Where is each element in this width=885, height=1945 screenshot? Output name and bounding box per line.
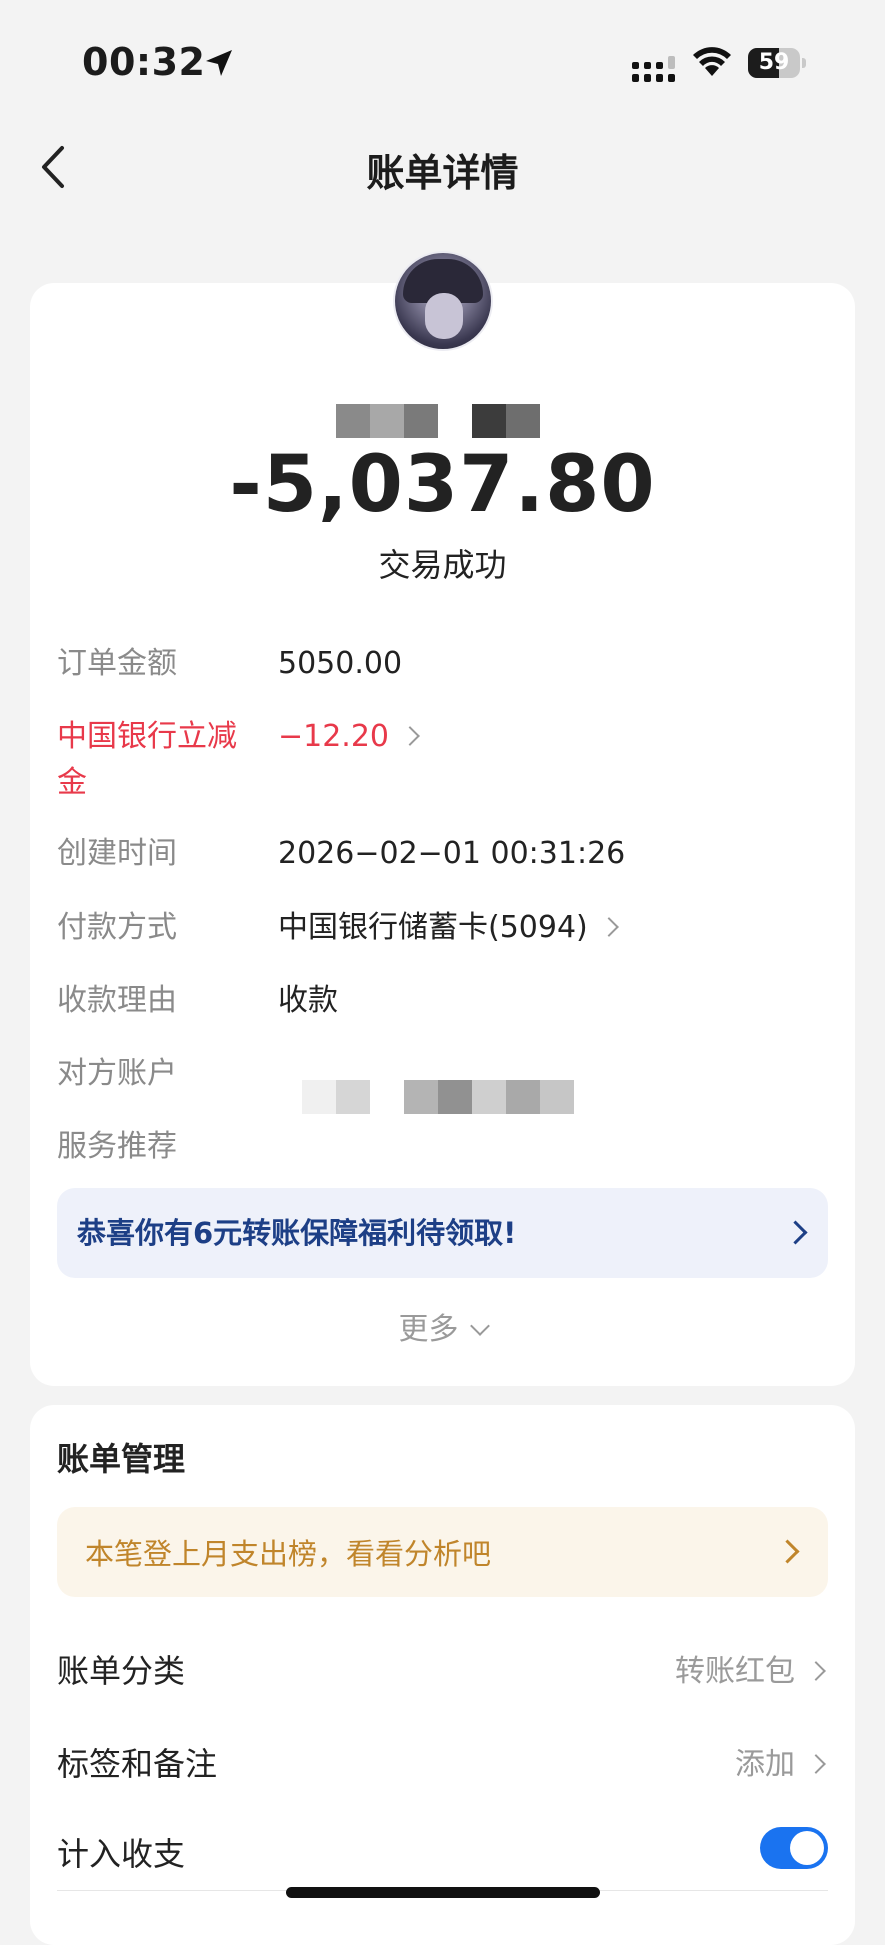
chevron-right-icon	[806, 1754, 826, 1774]
redacted-account	[302, 1080, 574, 1114]
payment-method-link[interactable]: 中国银行储蓄卡(5094)	[278, 905, 619, 951]
transaction-status: 交易成功	[378, 546, 507, 584]
avatar[interactable]	[395, 253, 491, 349]
transfer-protection-banner[interactable]: 恭喜你有6元转账保障福利待领取!	[57, 1188, 828, 1278]
tags-notes-label: 标签和备注	[57, 1745, 218, 1783]
battery-icon: 59	[748, 48, 806, 78]
discount-label-line1: 中国银行立减	[57, 719, 237, 754]
section-title: 账单管理	[57, 1440, 186, 1478]
category-value: 转账红包	[675, 1654, 795, 1689]
count-in-budget-label: 计入收支	[57, 1835, 186, 1873]
count-in-budget-toggle[interactable]	[760, 1827, 828, 1869]
toggle-knob	[790, 1831, 824, 1865]
more-button[interactable]: 更多	[0, 1304, 885, 1348]
chevron-right-icon	[783, 1220, 808, 1245]
status-bar: 00:32 59	[0, 0, 885, 120]
payment-method-label: 付款方式	[57, 910, 177, 945]
home-indicator[interactable]	[286, 1887, 600, 1898]
transaction-amount: -5,037.80	[229, 440, 656, 530]
more-label: 更多	[398, 1312, 459, 1347]
counterparty-label: 对方账户	[57, 1056, 177, 1091]
chevron-right-icon	[775, 1539, 800, 1564]
tags-notes-add[interactable]: 添加	[735, 1739, 826, 1783]
redacted-name	[336, 404, 540, 438]
category-label: 账单分类	[57, 1652, 186, 1690]
discount-value-link[interactable]: −12.20	[278, 714, 420, 760]
promo-text: 恭喜你有6元转账保障福利待领取!	[77, 1216, 517, 1250]
order-amount-label: 订单金额	[57, 646, 177, 681]
chevron-down-icon	[469, 1316, 490, 1336]
battery-percent: 59	[758, 50, 790, 75]
chevron-right-icon	[806, 1661, 826, 1681]
payment-reason-label: 收款理由	[57, 983, 177, 1018]
location-arrow-icon	[206, 50, 232, 76]
tags-notes-value: 添加	[735, 1747, 795, 1782]
notice-text: 本笔登上月支出榜，看看分析吧	[85, 1537, 492, 1571]
service-recommend-label: 服务推荐	[57, 1129, 177, 1164]
discount-value: −12.20	[278, 719, 390, 754]
created-time-value: 2026−02−01 00:31:26	[278, 836, 626, 871]
wifi-icon	[693, 47, 731, 76]
chevron-right-icon	[400, 726, 420, 746]
order-amount-value: 5050.00	[278, 646, 403, 681]
clock: 00:32	[82, 40, 206, 84]
payment-method-value: 中国银行储蓄卡(5094)	[278, 910, 588, 945]
nav-bar: 账单详情	[0, 130, 885, 210]
page-title: 账单详情	[366, 151, 519, 195]
payment-reason-value: 收款	[278, 983, 338, 1018]
discount-label-line2: 金	[57, 765, 87, 800]
discount-label: 中国银行立减 金	[57, 714, 237, 806]
chevron-right-icon	[598, 917, 619, 937]
cellular-signal-icon	[632, 56, 675, 82]
created-time-label: 创建时间	[57, 836, 177, 871]
spending-analysis-banner[interactable]: 本笔登上月支出榜，看看分析吧	[57, 1507, 828, 1597]
category-selector[interactable]: 转账红包	[675, 1646, 826, 1690]
